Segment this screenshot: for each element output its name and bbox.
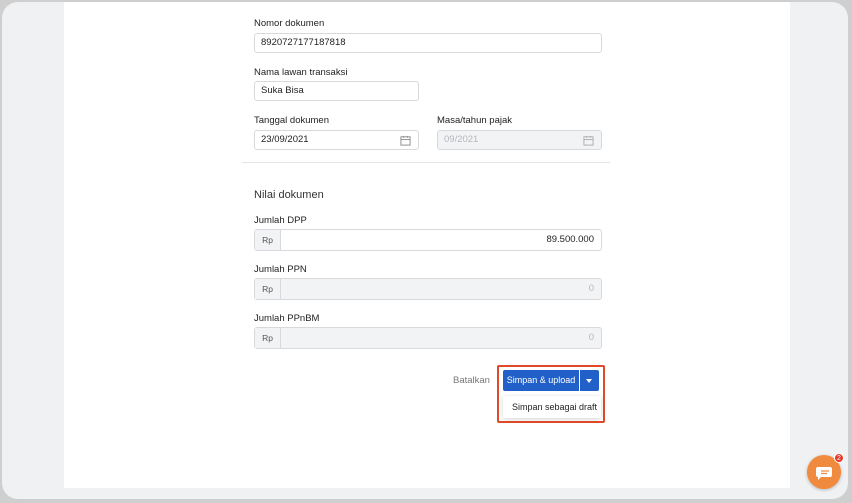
ppn-value: 0 xyxy=(588,283,594,294)
ppn-label: Jumlah PPN xyxy=(254,264,307,275)
app-frame: Nomor dokumen 8920727177187818 Nama lawa… xyxy=(2,2,848,499)
tax-period-input: 09/2021 xyxy=(437,130,602,150)
tax-period-value: 09/2021 xyxy=(444,134,479,145)
dpp-label: Jumlah DPP xyxy=(254,215,307,226)
currency-prefix: Rp xyxy=(255,230,281,250)
save-draft-menu-item[interactable]: Simpan sebagai draft xyxy=(503,396,601,418)
doc-number-label: Nomor dokumen xyxy=(254,18,325,29)
currency-prefix: Rp xyxy=(255,328,281,348)
doc-date-label: Tanggal dokumen xyxy=(254,115,329,126)
doc-date-value: 23/09/2021 xyxy=(261,134,309,145)
save-options-toggle[interactable] xyxy=(580,370,599,391)
counterparty-label: Nama lawan transaksi xyxy=(254,67,348,78)
doc-date-input[interactable]: 23/09/2021 xyxy=(254,130,419,150)
ppnbm-value: 0 xyxy=(588,332,594,343)
calendar-icon[interactable] xyxy=(400,135,411,146)
ppnbm-label: Jumlah PPnBM xyxy=(254,313,320,324)
dpp-input[interactable]: Rp 89.500.000 xyxy=(254,229,602,251)
ppn-input: Rp 0 xyxy=(254,278,602,300)
save-options-menu: Simpan sebagai draft xyxy=(503,396,601,418)
ppnbm-input: Rp 0 xyxy=(254,327,602,349)
tax-period-label: Masa/tahun pajak xyxy=(437,115,512,126)
dpp-value[interactable]: 89.500.000 xyxy=(281,230,601,250)
cancel-button[interactable]: Batalkan xyxy=(453,375,490,386)
section-title: Nilai dokumen xyxy=(254,189,324,201)
form-card: Nomor dokumen 8920727177187818 Nama lawa… xyxy=(64,2,790,488)
counterparty-input[interactable]: Suka Bisa xyxy=(254,81,419,101)
calendar-icon xyxy=(583,135,594,146)
section-divider xyxy=(242,162,610,163)
doc-number-input[interactable]: 8920727177187818 xyxy=(254,33,602,53)
currency-prefix: Rp xyxy=(255,279,281,299)
chat-badge: 2 xyxy=(834,453,844,463)
chevron-down-icon xyxy=(586,379,592,383)
save-upload-button[interactable]: Simpan & upload xyxy=(503,370,579,391)
